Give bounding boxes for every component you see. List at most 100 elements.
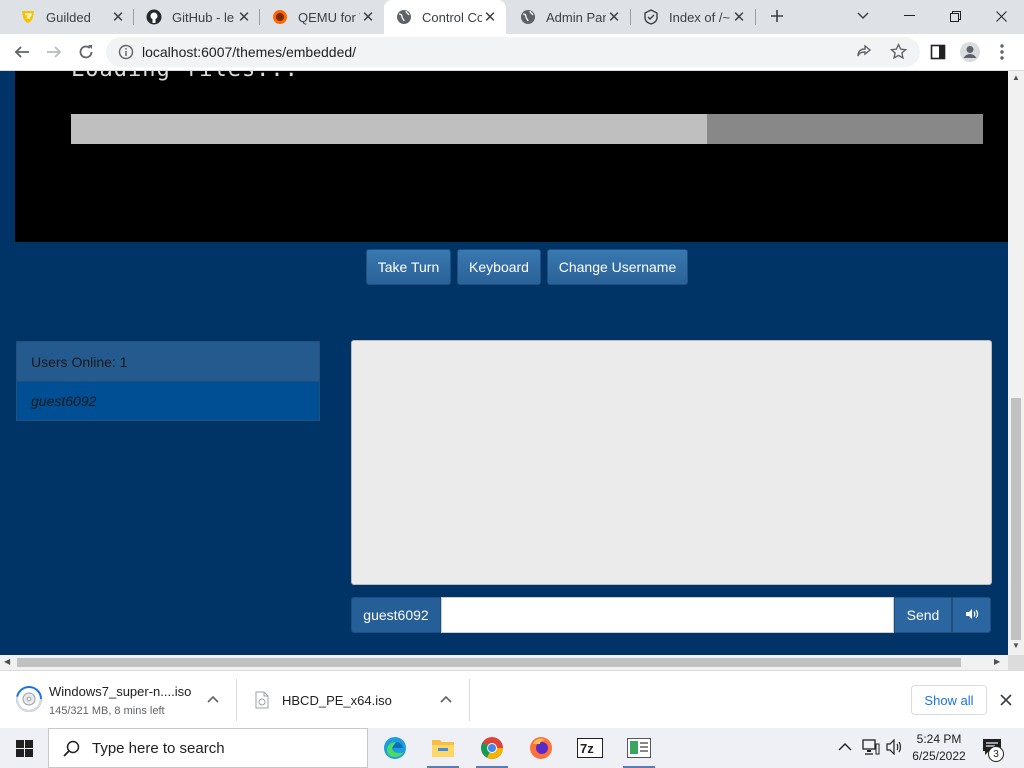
forward-button[interactable] (38, 36, 70, 68)
loading-progress-bar (71, 114, 983, 144)
close-tab-icon[interactable]: ✕ (606, 9, 622, 26)
edge-icon[interactable] (371, 728, 419, 768)
vm-display[interactable]: Loading files... (15, 71, 1008, 242)
chrome-icon[interactable] (468, 728, 516, 768)
svg-text:7z: 7z (580, 741, 594, 756)
loading-progress-fill (71, 114, 707, 144)
tab-title: QEMU for W (298, 9, 360, 25)
profile-avatar-icon[interactable] (954, 36, 986, 68)
tab-title: Guilded (46, 9, 91, 25)
search-icon (63, 740, 80, 757)
tab-strip: Guilded ✕ GitHub - le ✕ QEMU for W ✕ Con… (0, 0, 1024, 34)
users-online-label: Users Online: 1 (17, 342, 319, 382)
tab-guilded[interactable]: Guilded ✕ (8, 0, 134, 34)
taskbar-search-box[interactable]: Type here to search (48, 728, 368, 768)
guilded-icon (20, 9, 36, 25)
close-tab-icon[interactable]: ✕ (731, 9, 747, 26)
volume-icon[interactable] (886, 738, 904, 758)
network-icon[interactable] (862, 739, 880, 759)
app-icon[interactable] (615, 728, 663, 768)
download-filename: Windows7_super-n....iso (49, 684, 192, 699)
download-item[interactable]: Windows7_super-n....iso 145/321 MB, 8 mi… (0, 671, 236, 729)
minimize-button[interactable] (886, 0, 932, 32)
tab-index-of[interactable]: Index of /~ ✕ (631, 0, 755, 34)
notification-center-icon[interactable]: 3 (980, 736, 1008, 762)
tab-search-icon[interactable] (840, 0, 886, 32)
download-status: 145/321 MB, 8 mins left (49, 705, 165, 717)
index-icon (643, 9, 659, 25)
back-button[interactable] (6, 36, 38, 68)
tab-admin-panel[interactable]: Admin Pan ✕ (508, 0, 630, 34)
tab-qemu[interactable]: QEMU for W ✕ (260, 0, 384, 34)
tab-title: GitHub - le (172, 9, 235, 25)
share-icon[interactable] (856, 44, 872, 63)
horizontal-scroll-thumb[interactable] (17, 658, 961, 667)
chevron-up-icon[interactable] (205, 691, 221, 707)
scrollbar-corner (1008, 655, 1024, 670)
users-online-panel: Users Online: 1 guest6092 (16, 341, 320, 421)
browser-menu-icon[interactable] (986, 36, 1018, 68)
reload-button[interactable] (70, 36, 102, 68)
firefox-icon[interactable] (517, 728, 565, 768)
clock-time: 5:24 PM (916, 732, 962, 746)
page-viewport: Loading files... Take Turn Keyboard Chan… (0, 71, 1008, 655)
close-tab-icon[interactable]: ✕ (360, 9, 376, 26)
scroll-right-arrow-icon[interactable]: ▶ (994, 657, 1000, 666)
close-tab-icon[interactable]: ✕ (110, 9, 126, 26)
address-bar[interactable]: localhost:6007/themes/embedded/ (106, 37, 920, 67)
globe-icon (396, 9, 412, 25)
bookmark-star-icon[interactable] (889, 42, 908, 63)
clock-date: 6/25/2022 (912, 749, 966, 763)
show-all-downloads-button[interactable]: Show all (911, 685, 987, 715)
globe-icon (520, 9, 536, 25)
tab-control-console[interactable]: Control Co ✕ (384, 0, 506, 34)
download-shelf: Windows7_super-n....iso 145/321 MB, 8 mi… (0, 670, 1024, 728)
chat-log (351, 340, 992, 585)
chat-message-input[interactable] (441, 597, 894, 633)
disc-image-file-icon (15, 685, 43, 716)
show-hidden-icons-chevron-icon[interactable] (838, 740, 852, 755)
new-tab-button[interactable] (760, 0, 794, 32)
scroll-down-arrow-icon[interactable]: ▼ (1012, 641, 1020, 650)
volume-icon (965, 608, 979, 623)
keyboard-button[interactable]: Keyboard (457, 249, 541, 285)
side-panel-icon[interactable] (922, 36, 954, 68)
tab-title: Control Co (422, 9, 482, 25)
file-explorer-icon[interactable] (419, 728, 467, 768)
chat-username-label: guest6092 (351, 597, 441, 633)
vertical-scroll-thumb[interactable] (1011, 398, 1021, 640)
send-button[interactable]: Send (894, 597, 952, 633)
horizontal-scrollbar[interactable]: ◀ ▶ (0, 655, 1008, 670)
close-download-shelf-icon[interactable] (996, 690, 1016, 710)
tab-title: Index of /~ (669, 9, 731, 25)
loading-text: Loading files... (71, 71, 299, 82)
restore-button[interactable] (932, 0, 978, 32)
close-window-button[interactable] (978, 0, 1024, 32)
tab-github[interactable]: GitHub - le ✕ (134, 0, 260, 34)
notification-badge: 3 (988, 746, 1004, 762)
sound-button[interactable] (952, 597, 991, 633)
download-item[interactable]: HBCD_PE_x64.iso (237, 671, 469, 729)
browser-toolbar: localhost:6007/themes/embedded/ (0, 34, 1024, 71)
scroll-up-arrow-icon[interactable]: ▲ (1012, 73, 1020, 82)
windows-taskbar: Type here to search 7z 5:24 PM 6/25/2022… (0, 728, 1024, 768)
close-tab-icon[interactable]: ✕ (482, 9, 498, 26)
scroll-left-arrow-icon[interactable]: ◀ (4, 657, 10, 666)
download-filename: HBCD_PE_x64.iso (282, 693, 392, 708)
taskbar-search-placeholder: Type here to search (92, 739, 225, 757)
github-icon (146, 9, 162, 25)
change-username-button[interactable]: Change Username (547, 249, 688, 285)
file-icon (255, 691, 269, 712)
chevron-up-icon[interactable] (438, 691, 454, 707)
take-turn-button[interactable]: Take Turn (366, 249, 451, 285)
info-icon[interactable] (118, 44, 134, 63)
system-clock[interactable]: 5:24 PM 6/25/2022 (908, 731, 970, 765)
tab-title: Admin Pan (546, 9, 606, 25)
user-list-item[interactable]: guest6092 (17, 382, 319, 420)
url-text: localhost:6007/themes/embedded/ (142, 44, 357, 60)
vertical-scrollbar[interactable]: ▲ ▼ (1008, 71, 1024, 655)
windows-start-icon[interactable] (0, 728, 48, 768)
7zip-icon[interactable]: 7z (566, 728, 614, 768)
chat-input-group: guest6092 Send (351, 597, 991, 633)
close-tab-icon[interactable]: ✕ (236, 9, 252, 26)
